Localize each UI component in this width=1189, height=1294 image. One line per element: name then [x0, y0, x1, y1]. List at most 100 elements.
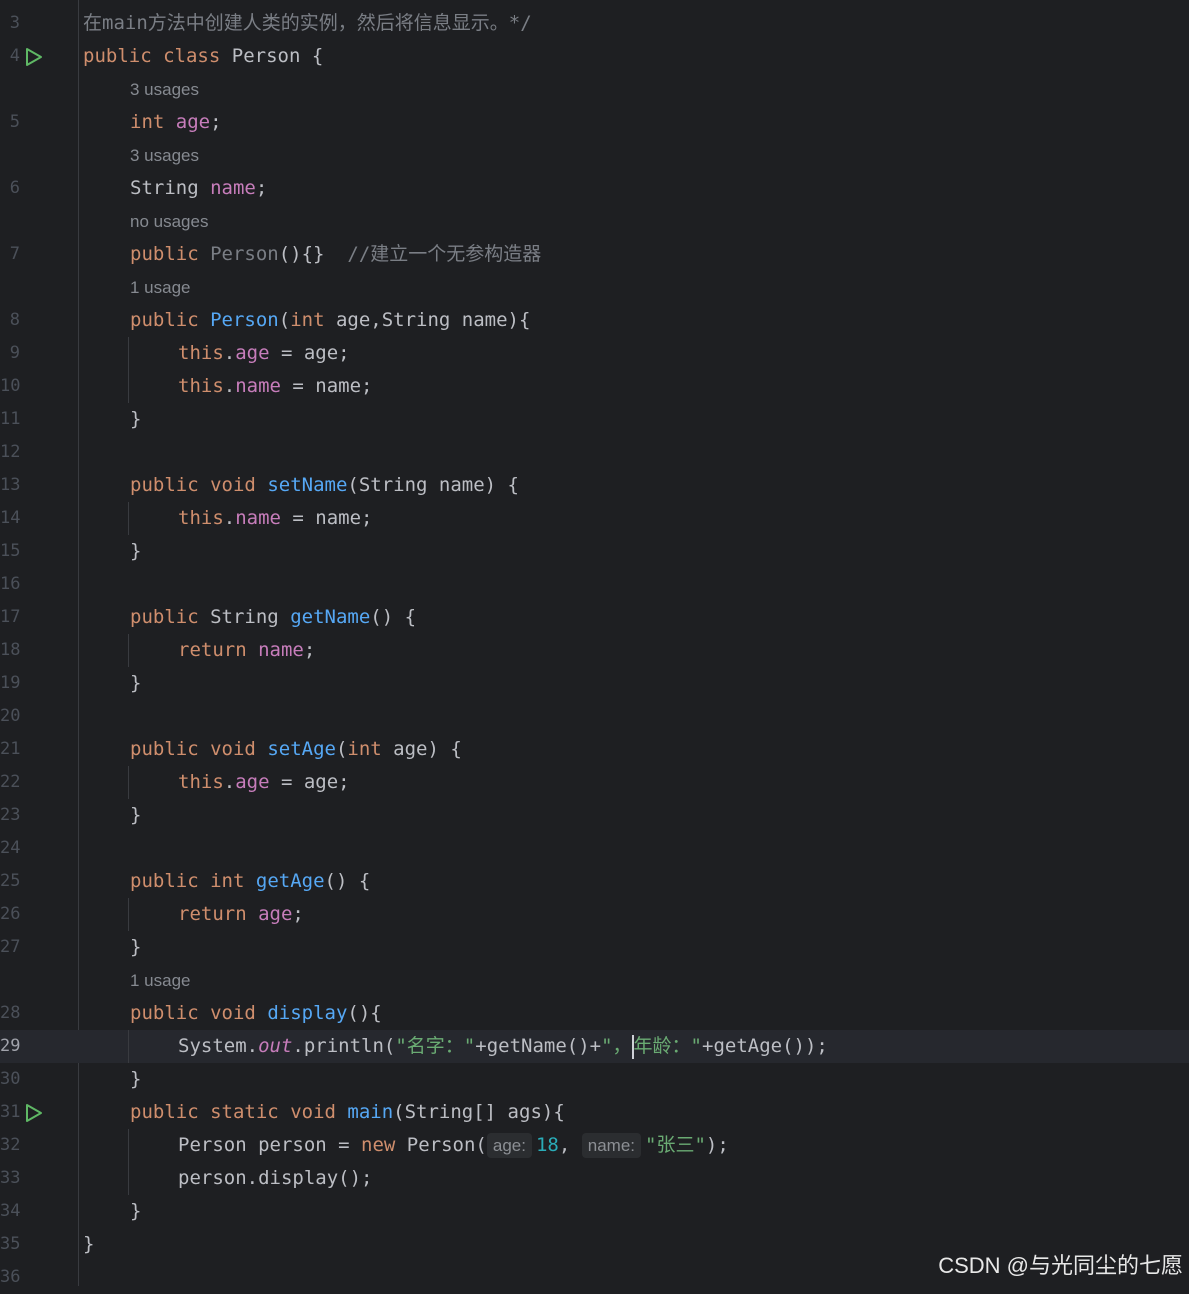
- code-line-9[interactable]: 9 this.age = age;: [0, 337, 1189, 370]
- line-number: 9: [9, 343, 20, 363]
- line-number: 33: [0, 1168, 21, 1188]
- statement: return age;: [178, 903, 304, 925]
- line-number: 18: [0, 640, 21, 660]
- code-line-15[interactable]: 15 }: [0, 535, 1189, 568]
- line-number: 20: [0, 706, 21, 726]
- indent-guide: [128, 898, 129, 931]
- line-number: 32: [0, 1135, 21, 1155]
- method-declaration-setAge: public void setAge(int age) {: [130, 738, 462, 760]
- statement: this.name = name;: [178, 507, 373, 529]
- code-line-26[interactable]: 26 return age;: [0, 898, 1189, 931]
- usage-hint-row: 3 usages: [0, 139, 1189, 172]
- field-declaration-age: int age;: [130, 111, 222, 133]
- code-line-19[interactable]: 19 }: [0, 667, 1189, 700]
- code-line-17[interactable]: 17 public String getName() {: [0, 601, 1189, 634]
- line-number: 4: [9, 46, 20, 66]
- line-number: 35: [0, 1234, 21, 1254]
- run-triangle-icon[interactable]: [24, 47, 44, 67]
- line-number: 27: [0, 937, 21, 957]
- code-line-33[interactable]: 33 person.display();: [0, 1162, 1189, 1195]
- closing-brace: }: [130, 540, 142, 562]
- statement: this.age = age;: [178, 771, 350, 793]
- line-number: 19: [0, 673, 21, 693]
- code-line-20[interactable]: 20: [0, 700, 1189, 733]
- object-creation-statement: Person person = new Person(age: 18, name:…: [178, 1133, 729, 1158]
- csdn-watermark: CSDN @与光同尘的七愿: [938, 1253, 1183, 1278]
- closing-brace: }: [130, 1200, 142, 1222]
- code-line-32[interactable]: 32 Person person = new Person(age: 18, na…: [0, 1129, 1189, 1162]
- code-line-27[interactable]: 27 }: [0, 931, 1189, 964]
- code-line-24[interactable]: 24: [0, 832, 1189, 865]
- line-number: 25: [0, 871, 21, 891]
- code-line-23[interactable]: 23 }: [0, 799, 1189, 832]
- line-number: 6: [9, 178, 20, 198]
- code-line-30[interactable]: 30 }: [0, 1063, 1189, 1096]
- usages-hint[interactable]: 1 usage: [130, 964, 191, 997]
- line-number: 22: [0, 772, 21, 792]
- code-line-29-current[interactable]: 29 System.out.println("名字："+getName()+"，…: [0, 1030, 1189, 1063]
- line-number: 14: [0, 508, 21, 528]
- run-triangle-icon[interactable]: [24, 1103, 44, 1123]
- closing-brace: }: [130, 672, 142, 694]
- main-method-declaration: public static void main(String[] ags){: [130, 1101, 565, 1123]
- line-number: 15: [0, 541, 21, 561]
- code-line-25[interactable]: 25 public int getAge() {: [0, 865, 1189, 898]
- field-declaration-name: String name;: [130, 177, 268, 199]
- code-line-11[interactable]: 11 }: [0, 403, 1189, 436]
- line-number: 30: [0, 1069, 21, 1089]
- constructor-declaration: public Person(int age,String name){: [130, 309, 531, 331]
- code-line-10[interactable]: 10 this.name = name;: [0, 370, 1189, 403]
- line-number: 24: [0, 838, 21, 858]
- code-line-18[interactable]: 18 return name;: [0, 634, 1189, 667]
- param-hint-age: age:: [486, 1133, 532, 1158]
- line-number: 16: [0, 574, 21, 594]
- line-number: 28: [0, 1003, 21, 1023]
- line-number: 17: [0, 607, 21, 627]
- code-line-21[interactable]: 21 public void setAge(int age) {: [0, 733, 1189, 766]
- line-number: 12: [0, 442, 21, 462]
- code-line-5[interactable]: 5 int age;: [0, 106, 1189, 139]
- usage-hint-row: no usages: [0, 205, 1189, 238]
- indent-guide: [128, 1129, 129, 1195]
- usage-hint-row: 1 usage: [0, 271, 1189, 304]
- usage-hint-row: 3 usages: [0, 73, 1189, 106]
- indent-guide: [128, 1030, 129, 1063]
- usages-hint[interactable]: no usages: [130, 205, 208, 238]
- code-line-4[interactable]: 4 public class Person {: [0, 40, 1189, 73]
- indent-guide: [128, 502, 129, 535]
- code-line-28[interactable]: 28 public void display(){: [0, 997, 1189, 1030]
- comment-text: 在main方法中创建人类的实例，然后将信息显示。*/: [83, 12, 532, 34]
- no-arg-constructor: public Person(){} //建立一个无参构造器: [130, 243, 542, 265]
- line-number: 31: [0, 1102, 21, 1122]
- closing-brace: }: [130, 804, 142, 826]
- code-line-16[interactable]: 16: [0, 568, 1189, 601]
- usages-hint[interactable]: 3 usages: [130, 139, 199, 172]
- indent-guide: [128, 634, 129, 667]
- code-line-6[interactable]: 6 String name;: [0, 172, 1189, 205]
- statement: return name;: [178, 639, 316, 661]
- indent-guide: [128, 766, 129, 799]
- usages-hint[interactable]: 1 usage: [130, 271, 191, 304]
- code-line-8[interactable]: 8 public Person(int age,String name){: [0, 304, 1189, 337]
- usage-hint-row: 1 usage: [0, 964, 1189, 997]
- code-line-3[interactable]: 3 在main方法中创建人类的实例，然后将信息显示。*/: [0, 7, 1189, 40]
- code-line-14[interactable]: 14 this.name = name;: [0, 502, 1189, 535]
- code-line-31[interactable]: 31 public static void main(String[] ags)…: [0, 1096, 1189, 1129]
- method-declaration-setName: public void setName(String name) {: [130, 474, 519, 496]
- code-line-22[interactable]: 22 this.age = age;: [0, 766, 1189, 799]
- indent-guide: [128, 337, 129, 403]
- line-number: 34: [0, 1201, 21, 1221]
- closing-brace: }: [130, 1068, 142, 1090]
- line-number: 3: [9, 13, 20, 33]
- code-line-34[interactable]: 34 }: [0, 1195, 1189, 1228]
- usages-hint[interactable]: 3 usages: [130, 73, 199, 106]
- closing-brace: }: [130, 936, 142, 958]
- line-number: 21: [0, 739, 21, 759]
- statement: person.display();: [178, 1167, 373, 1189]
- method-declaration-display: public void display(){: [130, 1002, 382, 1024]
- statement: this.name = name;: [178, 375, 373, 397]
- code-line-12[interactable]: 12: [0, 436, 1189, 469]
- code-line-13[interactable]: 13 public void setName(String name) {: [0, 469, 1189, 502]
- statement: this.age = age;: [178, 342, 350, 364]
- code-line-7[interactable]: 7 public Person(){} //建立一个无参构造器: [0, 238, 1189, 271]
